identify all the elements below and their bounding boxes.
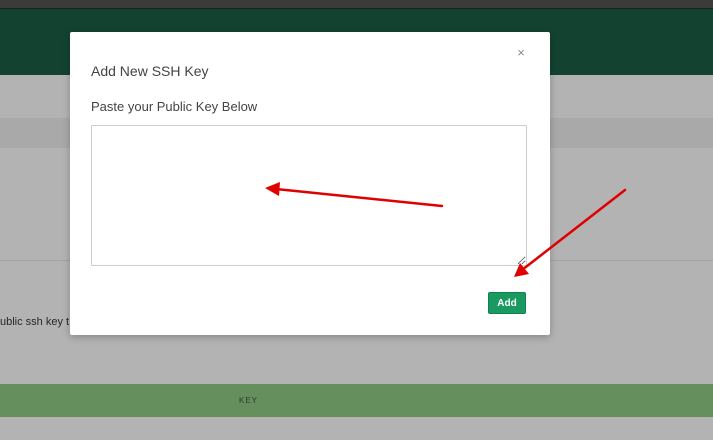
modal-title: Add New SSH Key bbox=[91, 63, 209, 79]
browser-top-strip bbox=[0, 0, 713, 9]
ssh-keys-table-header: KEY bbox=[0, 384, 713, 417]
public-key-label: Paste your Public Key Below bbox=[91, 99, 258, 114]
add-ssh-key-modal: × Add New SSH Key Paste your Public Key … bbox=[70, 32, 550, 335]
background-description-text: ublic ssh key t bbox=[0, 316, 70, 328]
close-icon[interactable]: × bbox=[513, 45, 529, 61]
add-button[interactable]: Add bbox=[488, 292, 526, 314]
table-column-key: KEY bbox=[239, 396, 259, 405]
public-key-textarea[interactable] bbox=[91, 125, 527, 266]
